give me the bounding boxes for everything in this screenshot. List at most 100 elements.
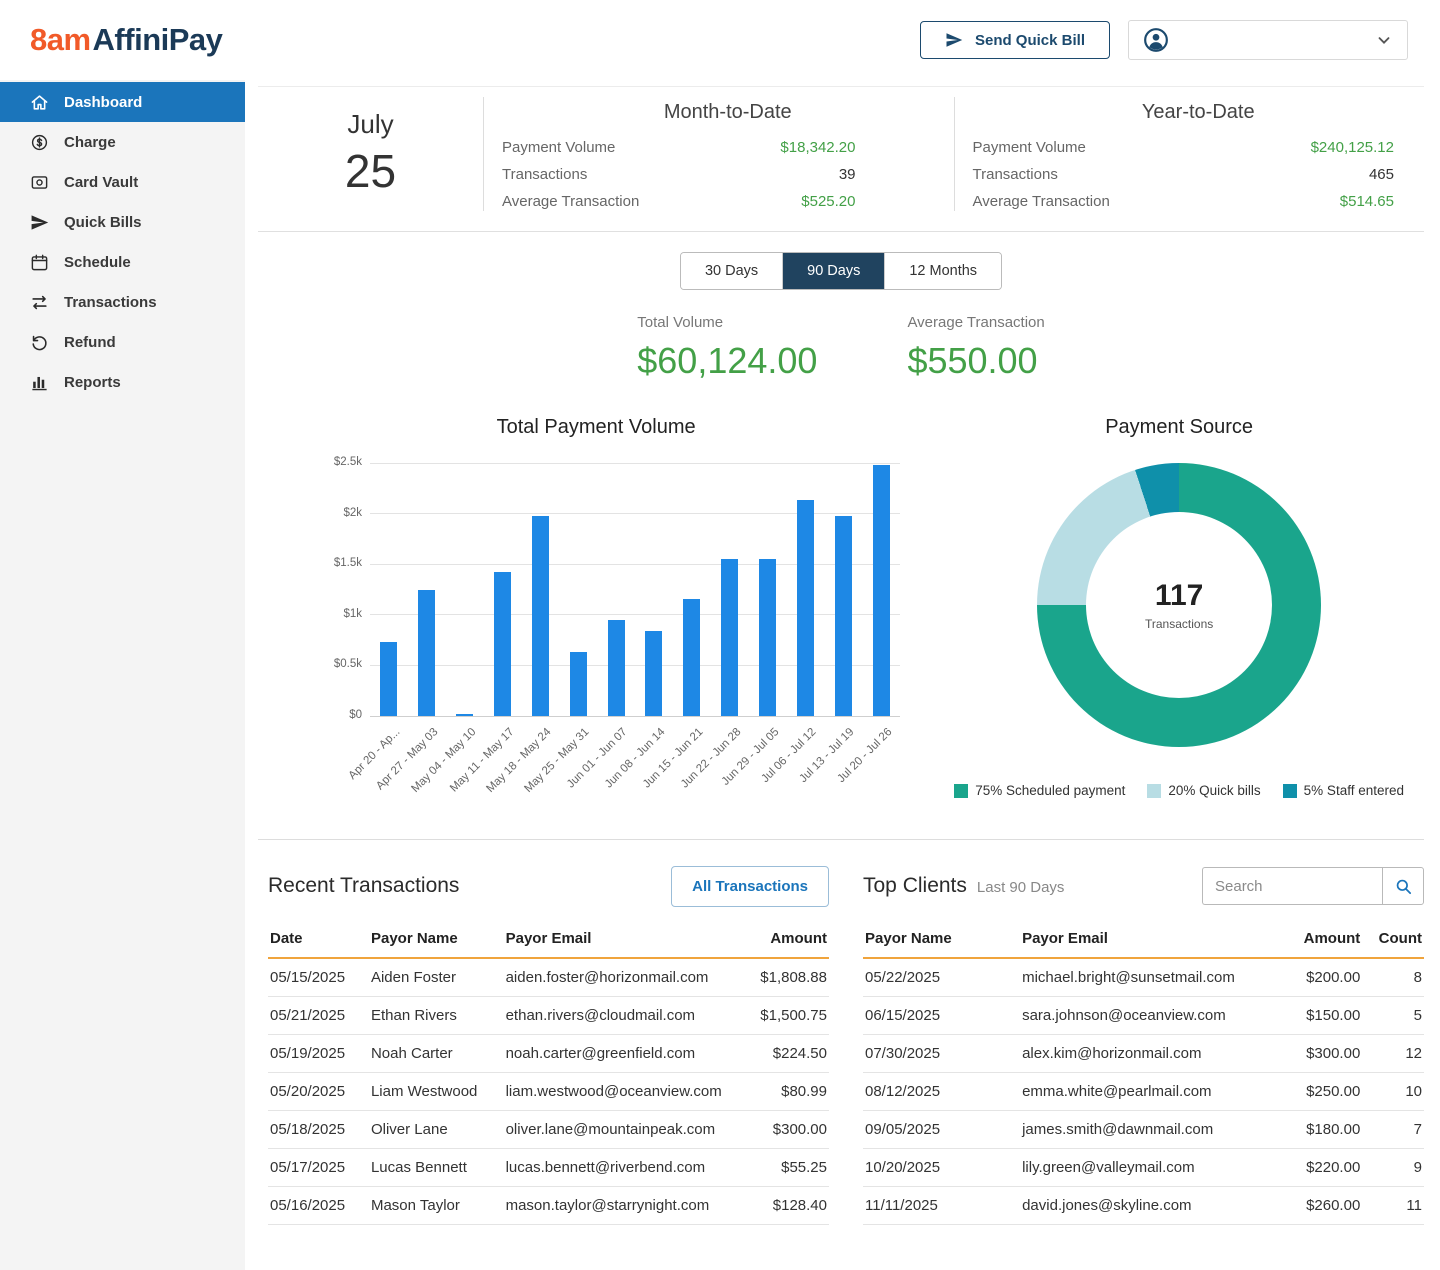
table-cell: 05/19/2025 — [268, 1035, 369, 1073]
bar[interactable] — [418, 590, 435, 717]
table-row[interactable]: 08/12/2025emma.white@pearlmail.com$250.0… — [863, 1073, 1424, 1111]
top-clients-title: Top Clients — [863, 874, 967, 898]
client-search — [1202, 867, 1424, 905]
table-cell: 9 — [1362, 1149, 1424, 1187]
legend-label: 5% Staff entered — [1304, 783, 1404, 798]
table-cell: 08/12/2025 — [863, 1073, 1020, 1111]
sidebar-item-card-vault[interactable]: Card Vault — [0, 162, 245, 202]
y-axis-tick-label: $0.5k — [312, 658, 362, 670]
table-row[interactable]: 05/21/2025Ethan Riversethan.rivers@cloud… — [268, 997, 829, 1035]
summary-value: 465 — [1369, 166, 1394, 183]
table-row[interactable]: 05/22/2025michael.bright@sunsetmail.com$… — [863, 958, 1424, 997]
search-button[interactable] — [1382, 867, 1424, 905]
brand-logo[interactable]: 8am AffiniPay — [30, 22, 222, 58]
table-cell: alex.kim@horizonmail.com — [1020, 1035, 1267, 1073]
table-row[interactable]: 05/18/2025Oliver Laneoliver.lane@mountai… — [268, 1111, 829, 1149]
sidebar-item-reports[interactable]: Reports — [0, 362, 245, 402]
payment-volume-chart: Total Payment Volume $0$0.5k$1k$1.5k$2k$… — [258, 416, 934, 813]
sidebar-item-charge[interactable]: Charge — [0, 122, 245, 162]
bar[interactable] — [721, 559, 738, 716]
donut-chart[interactable]: 117 Transactions — [1037, 463, 1321, 747]
table-cell: $1,500.75 — [728, 997, 829, 1035]
donut-legend: 75% Scheduled payment20% Quick bills5% S… — [934, 783, 1424, 798]
sidebar-item-label: Refund — [64, 334, 116, 351]
section-title: Year-to-Date — [973, 101, 1425, 124]
bar[interactable] — [873, 465, 890, 716]
search-icon — [1394, 877, 1413, 896]
summary-label: Transactions — [502, 166, 587, 183]
column-header: Amount — [728, 922, 829, 958]
y-axis-tick-label: $0 — [312, 709, 362, 721]
gridline — [370, 716, 900, 717]
bar[interactable] — [645, 631, 662, 716]
all-transactions-button[interactable]: All Transactions — [671, 866, 829, 907]
summary-row: Average Transaction $514.65 — [973, 188, 1425, 215]
sidebar-item-label: Quick Bills — [64, 214, 142, 231]
table-row[interactable]: 11/11/2025david.jones@skyline.com$260.00… — [863, 1187, 1424, 1225]
y-axis-tick-label: $1.5k — [312, 557, 362, 569]
bar[interactable] — [494, 572, 511, 716]
table-cell: sara.johnson@oceanview.com — [1020, 997, 1267, 1035]
bar[interactable] — [835, 516, 852, 716]
summary-value: 39 — [839, 166, 856, 183]
sidebar-item-quick-bills[interactable]: Quick Bills — [0, 202, 245, 242]
summary-row: Transactions 39 — [502, 161, 954, 188]
table-cell: $55.25 — [728, 1149, 829, 1187]
column-header: Payor Email — [504, 922, 728, 958]
table-cell: 05/15/2025 — [268, 958, 369, 997]
bar[interactable] — [797, 500, 814, 716]
table-cell: 07/30/2025 — [863, 1035, 1020, 1073]
user-menu[interactable] — [1128, 20, 1408, 60]
table-row[interactable]: 06/15/2025sara.johnson@oceanview.com$150… — [863, 997, 1424, 1035]
bar[interactable] — [570, 652, 587, 716]
send-quick-bill-button[interactable]: Send Quick Bill — [920, 21, 1110, 59]
donut-center-value: 117 — [1155, 579, 1203, 613]
bar[interactable] — [532, 516, 549, 716]
table-row[interactable]: 05/19/2025Noah Carternoah.carter@greenfi… — [268, 1035, 829, 1073]
sidebar-item-schedule[interactable]: Schedule — [0, 242, 245, 282]
search-input[interactable] — [1202, 867, 1382, 905]
table-row[interactable]: 05/16/2025Mason Taylormason.taylor@starr… — [268, 1187, 829, 1225]
sidebar-item-refund[interactable]: Refund — [0, 322, 245, 362]
bar[interactable] — [380, 642, 397, 716]
kpi-label: Total Volume — [637, 314, 817, 331]
sidebar-item-label: Charge — [64, 134, 116, 151]
sidebar-item-label: Transactions — [64, 294, 157, 311]
column-header: Payor Email — [1020, 922, 1267, 958]
table-cell: $200.00 — [1267, 958, 1362, 997]
table-cell: $1,808.88 — [728, 958, 829, 997]
recent-transactions-panel: Recent Transactions All Transactions Dat… — [268, 866, 829, 1225]
table-row[interactable]: 09/05/2025james.smith@dawnmail.com$180.0… — [863, 1111, 1424, 1149]
tab-30-days[interactable]: 30 Days — [681, 253, 783, 289]
summary-value: $514.65 — [1340, 193, 1394, 210]
summary-row: Payment Volume $18,342.20 — [502, 134, 954, 161]
table-cell: 12 — [1362, 1035, 1424, 1073]
kpi-average-transaction: Average Transaction $550.00 — [907, 314, 1044, 382]
table-row[interactable]: 07/30/2025alex.kim@horizonmail.com$300.0… — [863, 1035, 1424, 1073]
table-row[interactable]: 05/17/2025Lucas Bennettlucas.bennett@riv… — [268, 1149, 829, 1187]
table-row[interactable]: 05/15/2025Aiden Fosteraiden.foster@horiz… — [268, 958, 829, 997]
donut-center-label: Transactions — [1145, 617, 1213, 631]
table-row[interactable]: 05/20/2025Liam Westwoodliam.westwood@oce… — [268, 1073, 829, 1111]
column-header: Date — [268, 922, 369, 958]
table-cell: james.smith@dawnmail.com — [1020, 1111, 1267, 1149]
table-header-row: DatePayor NamePayor EmailAmount — [268, 922, 829, 958]
tab-12-months[interactable]: 12 Months — [885, 253, 1001, 289]
summary-row: Average Transaction $525.20 — [502, 188, 954, 215]
table-cell: mason.taylor@starrynight.com — [504, 1187, 728, 1225]
tab-90-days[interactable]: 90 Days — [783, 253, 885, 289]
bar[interactable] — [456, 714, 473, 716]
sidebar-item-transactions[interactable]: Transactions — [0, 282, 245, 322]
sidebar-item-dashboard[interactable]: Dashboard — [0, 82, 245, 122]
table-cell: $250.00 — [1267, 1073, 1362, 1111]
summary-value: $240,125.12 — [1311, 139, 1394, 156]
bar[interactable] — [608, 620, 625, 716]
y-axis-tick-label: $2k — [312, 507, 362, 519]
x-axis-tick-label: May 04 - May 10 — [409, 726, 478, 795]
bar[interactable] — [759, 559, 776, 716]
table-row[interactable]: 10/20/2025lily.green@valleymail.com$220.… — [863, 1149, 1424, 1187]
column-header: Amount — [1267, 922, 1362, 958]
table-cell: $128.40 — [728, 1187, 829, 1225]
kpi-value: $550.00 — [907, 340, 1044, 382]
bar[interactable] — [683, 599, 700, 716]
